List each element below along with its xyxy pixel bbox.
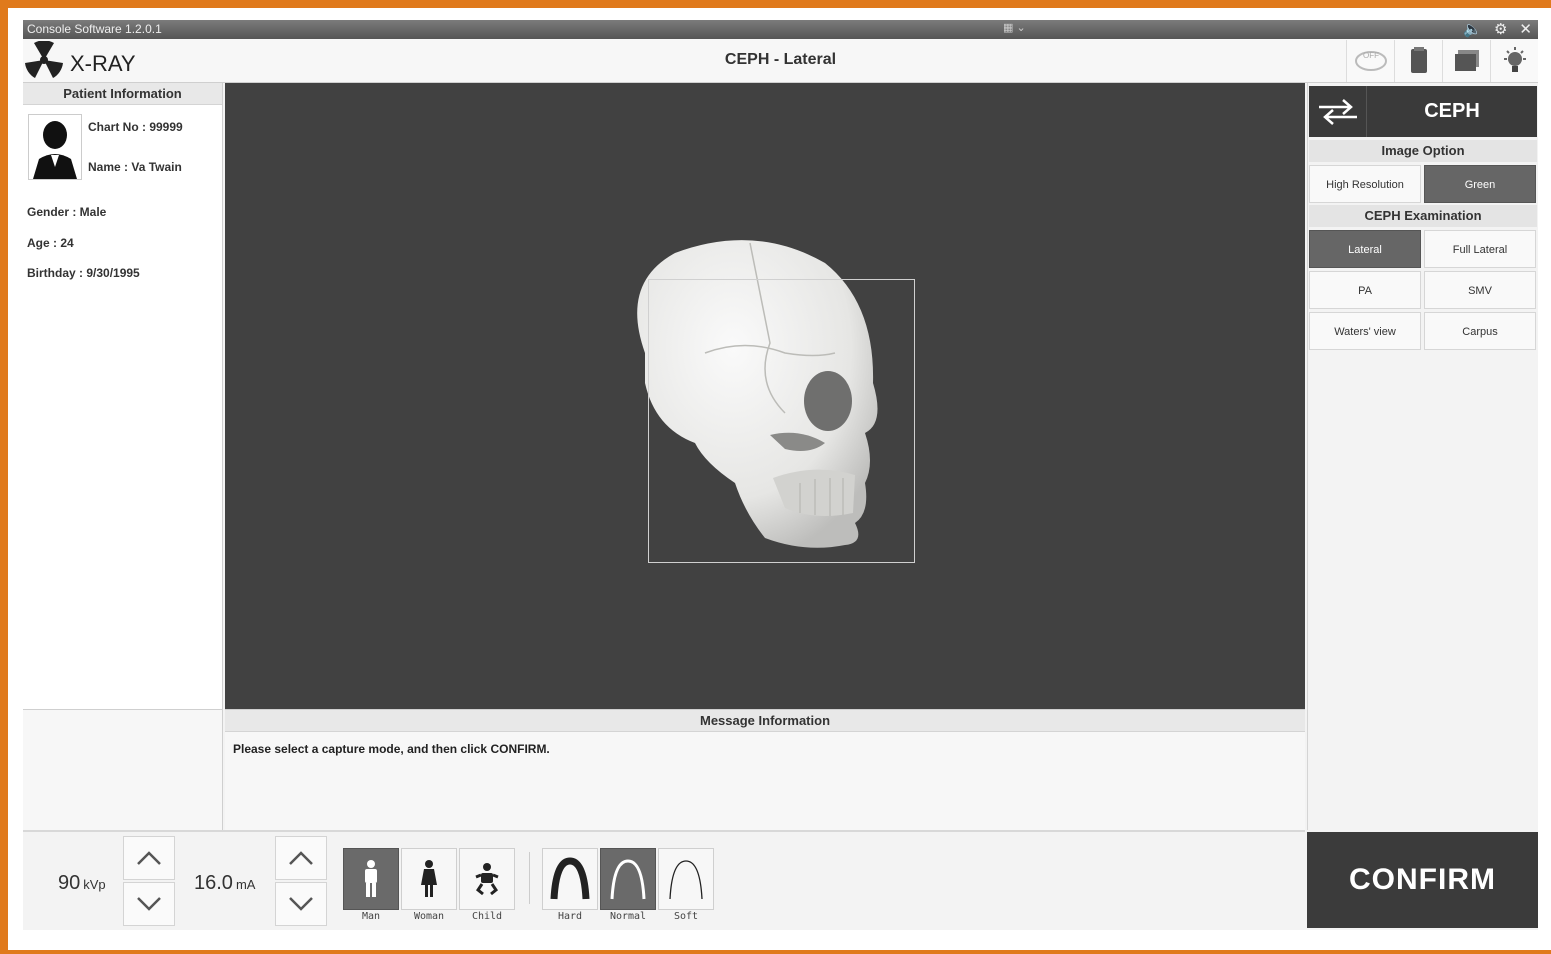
patient-age: Age : 24	[27, 236, 74, 250]
exam-full-lateral[interactable]: Full Lateral	[1424, 230, 1536, 268]
chevron-down-icon	[289, 897, 313, 911]
ma-unit: mA	[235, 877, 256, 892]
message-text: Please select a capture mode, and then c…	[233, 742, 550, 756]
patient-gender: Gender : Male	[27, 205, 107, 219]
exam-pa[interactable]: PA	[1309, 271, 1421, 309]
child-icon	[475, 863, 499, 896]
ma-down-button[interactable]	[275, 882, 327, 926]
kvp-value: 90	[58, 872, 81, 894]
lamp-icon[interactable]	[1490, 40, 1538, 82]
man-icon	[365, 860, 377, 897]
ma-readout: 16.0 mA	[194, 872, 255, 895]
patient-name: Name : Va Twain	[88, 160, 182, 174]
cassette-icon[interactable]	[1442, 40, 1490, 82]
chevron-up-icon	[137, 851, 161, 865]
kvp-unit: kVp	[83, 877, 106, 892]
arch-soft-button[interactable]	[658, 848, 714, 910]
swap-arrows-icon[interactable]	[1309, 86, 1367, 137]
page-title: CEPH - Lateral	[724, 51, 837, 68]
option-high-resolution[interactable]: High Resolution	[1309, 165, 1421, 203]
window-title: Console Software 1.2.0.1	[27, 22, 162, 36]
kvp-readout: 90 kVp	[58, 872, 106, 895]
hard-arch-icon	[550, 857, 590, 900]
confirm-button[interactable]: CONFIRM	[1307, 832, 1538, 928]
exam-waters-view[interactable]: Waters' view	[1309, 312, 1421, 350]
man-label: Man	[361, 911, 381, 922]
option-green[interactable]: Green	[1424, 165, 1536, 203]
arch-hard-button[interactable]	[542, 848, 598, 910]
separator	[529, 852, 530, 904]
message-side-panel	[23, 709, 223, 830]
screen-mode-icon[interactable]: ▦ ⌄	[1003, 21, 1026, 34]
gear-icon[interactable]: ⚙	[1494, 20, 1507, 39]
woman-label: Woman	[413, 911, 445, 922]
hard-label: Hard	[557, 911, 583, 922]
message-information-title: Message Information	[225, 710, 1305, 732]
woman-icon	[421, 860, 437, 897]
chart-number: Chart No : 99999	[88, 120, 183, 134]
ma-value: 16.0	[194, 872, 233, 894]
image-option-title: Image Option	[1309, 140, 1537, 162]
soft-label: Soft	[673, 911, 699, 922]
child-label: Child	[471, 911, 503, 922]
title-bar: Console Software 1.2.0.1 ▦ ⌄ 🔈 ⚙ ✕	[23, 20, 1538, 39]
soft-arch-icon	[669, 860, 703, 900]
svg-text:OFF: OFF	[1363, 51, 1379, 60]
exam-carpus[interactable]: Carpus	[1424, 312, 1536, 350]
image-viewer[interactable]	[225, 83, 1305, 709]
exposure-controls: 90 kVp 16.0 mA Man Woman Child Hard Norm…	[23, 830, 1305, 930]
region-of-interest-box	[648, 279, 915, 563]
mode-label: CEPH	[1424, 100, 1480, 122]
close-icon[interactable]: ✕	[1519, 20, 1532, 39]
off-toggle-icon[interactable]: OFF	[1346, 40, 1394, 82]
patient-type-child-button[interactable]	[459, 848, 515, 910]
patient-avatar	[28, 114, 82, 180]
mode-bar: CEPH	[1309, 86, 1537, 137]
sensor-icon[interactable]	[1394, 40, 1442, 82]
chevron-up-icon	[289, 851, 313, 865]
message-information-panel: Message Information Please select a capt…	[225, 709, 1305, 830]
patient-type-man-button[interactable]	[343, 848, 399, 910]
patient-information-panel: Patient Information Chart No : 99999 Nam…	[23, 83, 223, 709]
ma-up-button[interactable]	[275, 836, 327, 880]
options-panel: CEPH Image Option High Resolution Green …	[1307, 83, 1538, 830]
patient-birthday: Birthday : 9/30/1995	[27, 266, 140, 280]
normal-label: Normal	[609, 911, 647, 922]
chevron-down-icon	[137, 897, 161, 911]
arch-normal-button[interactable]	[600, 848, 656, 910]
ceph-examination-title: CEPH Examination	[1309, 205, 1537, 227]
speaker-icon[interactable]: 🔈	[1463, 20, 1482, 39]
patient-information-title: Patient Information	[23, 83, 222, 105]
exam-lateral[interactable]: Lateral	[1309, 230, 1421, 268]
kvp-down-button[interactable]	[123, 882, 175, 926]
app-window: Console Software 1.2.0.1 ▦ ⌄ 🔈 ⚙ ✕ X-RAY…	[23, 20, 1538, 930]
kvp-up-button[interactable]	[123, 836, 175, 880]
patient-type-woman-button[interactable]	[401, 848, 457, 910]
header: X-RAY CEPH - Lateral OFF	[23, 39, 1538, 83]
normal-arch-icon	[610, 859, 646, 900]
exam-smv[interactable]: SMV	[1424, 271, 1536, 309]
